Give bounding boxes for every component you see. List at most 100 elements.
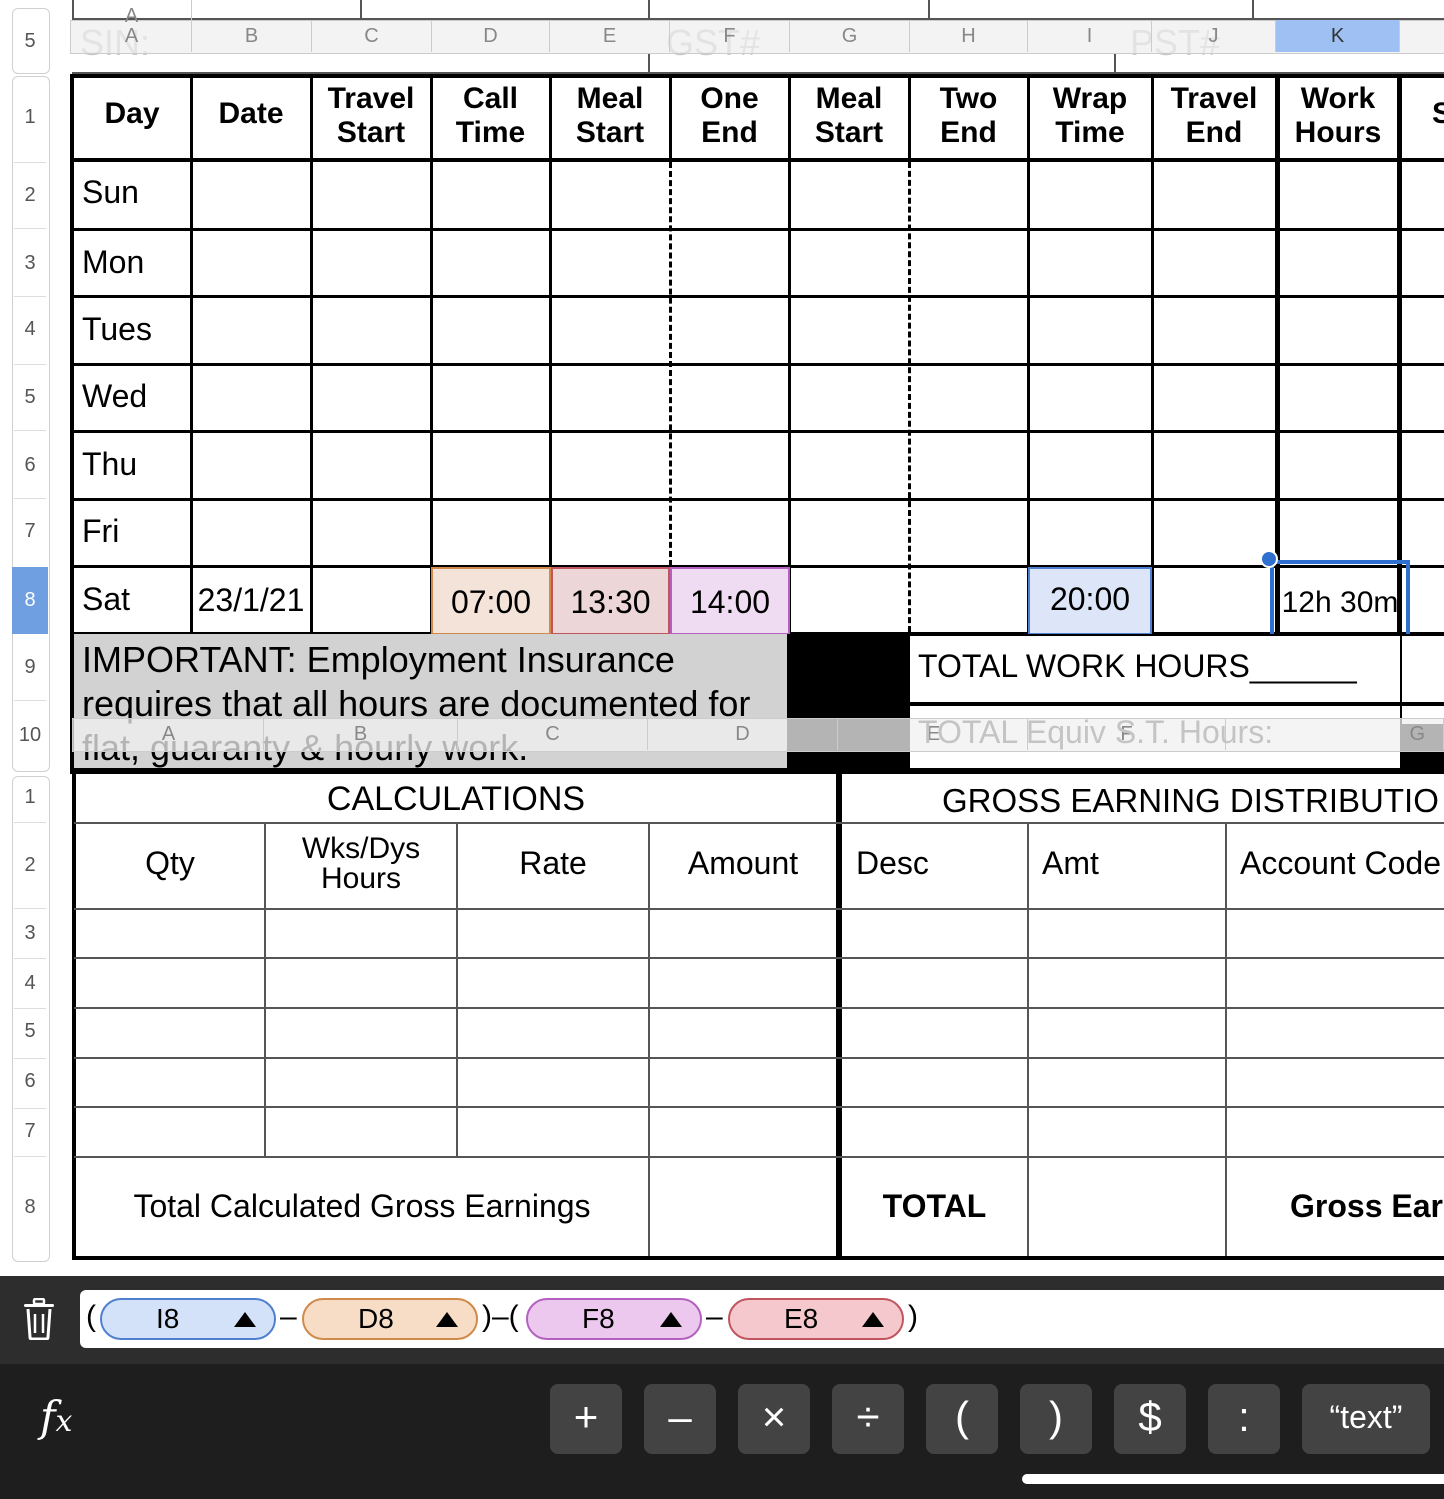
row-number[interactable]: 1 <box>12 786 48 809</box>
key-multiply[interactable]: × <box>738 1384 810 1454</box>
row-number[interactable]: 7 <box>12 1120 48 1143</box>
fx-icon[interactable]: fx <box>40 1392 72 1441</box>
formula-token-i8[interactable]: I8 <box>100 1298 276 1340</box>
header-wrap-time: Wrap Time <box>1052 82 1128 149</box>
day-sun[interactable]: Sun <box>82 174 139 211</box>
calc-header-rate: Rate <box>519 845 587 881</box>
row-number-selected[interactable]: 8 <box>12 567 48 634</box>
gross-total-label: TOTAL <box>882 1188 987 1224</box>
header-work-hours: Work Hours <box>1294 82 1382 149</box>
row-number[interactable]: 1 <box>12 106 48 129</box>
formula-token-e8[interactable]: E8 <box>728 1298 904 1340</box>
sat-call-time-cell[interactable]: 07:00 <box>431 567 551 635</box>
total-work-hours-box[interactable]: TOTAL WORK HOURS______ <box>910 636 1400 702</box>
formula-minus-1: – <box>280 1300 297 1333</box>
column-header-g[interactable]: G <box>790 20 910 52</box>
formula-middle-operators: )–( <box>482 1300 519 1333</box>
chevron-up-icon <box>862 1312 884 1327</box>
column-header-h[interactable]: H <box>910 20 1028 52</box>
row-number[interactable]: 4 <box>12 972 48 995</box>
gross-header-account-code: Account Code <box>1240 845 1442 881</box>
column-header-b[interactable]: B <box>192 20 312 52</box>
chevron-up-icon <box>660 1312 682 1327</box>
column-header-e[interactable]: E <box>550 20 670 52</box>
selection-handle-top[interactable] <box>1260 550 1278 568</box>
key-minus[interactable]: – <box>644 1384 716 1454</box>
column-header-j[interactable]: J <box>1152 20 1276 52</box>
gross-earnings-label: Gross Ear <box>1290 1188 1443 1224</box>
day-mon[interactable]: Mon <box>82 244 144 281</box>
row-number[interactable]: 5 <box>12 386 48 409</box>
trash-icon[interactable] <box>22 1297 56 1341</box>
column-header-c[interactable]: C <box>312 20 432 52</box>
column-header-a[interactable]: A <box>72 20 192 52</box>
day-thu[interactable]: Thu <box>82 446 137 483</box>
key-text[interactable]: “text” <box>1302 1384 1430 1454</box>
sat-meal-start-cell[interactable]: 13:30 <box>551 567 670 635</box>
calc-header-qty: Qty <box>145 845 195 881</box>
header-day: Day <box>104 97 160 130</box>
formula-close-paren: ) <box>908 1300 918 1333</box>
calc-header-amount: Amount <box>687 845 799 881</box>
key-dollar[interactable]: $ <box>1114 1384 1186 1454</box>
key-plus[interactable]: + <box>550 1384 622 1454</box>
row-number[interactable]: 2 <box>12 854 48 877</box>
formula-open-paren: ( <box>86 1300 96 1333</box>
column-header-k-selected[interactable]: K <box>1276 20 1400 52</box>
header-meal-start-2: Meal Start <box>814 82 884 149</box>
key-divide[interactable]: ÷ <box>832 1384 904 1454</box>
row-number[interactable]: 6 <box>12 454 48 477</box>
header-travel-start: Travel Start <box>327 82 415 149</box>
sat-wrap-time-cell[interactable]: 20:00 <box>1028 567 1152 635</box>
column-header-b[interactable]: B <box>264 718 458 750</box>
column-header-i[interactable]: I <box>1028 20 1152 52</box>
calc-total-label: Total Calculated Gross Earnings <box>133 1188 591 1224</box>
gross-header-amt: Amt <box>1042 845 1099 881</box>
sat-date-cell[interactable]: 23/1/21 <box>192 567 310 633</box>
header-one-end: One End <box>700 82 759 149</box>
key-close-paren[interactable]: ) <box>1020 1384 1092 1454</box>
sat-one-end-cell[interactable]: 14:00 <box>670 567 790 635</box>
header-partial-s: S <box>1432 97 1444 130</box>
day-wed[interactable]: Wed <box>82 378 147 415</box>
header-meal-start: Meal Start <box>575 82 645 149</box>
formula-token-f8[interactable]: F8 <box>526 1298 702 1340</box>
row-number[interactable]: 10 <box>12 724 48 747</box>
row-number[interactable]: 6 <box>12 1070 48 1093</box>
row-number[interactable]: 2 <box>12 184 48 207</box>
total-equiv-label: TOTAL Equiv S.T. Hours: <box>918 714 1274 750</box>
chevron-up-icon <box>436 1312 458 1327</box>
row-number[interactable]: 5 <box>12 1020 48 1043</box>
column-header-d[interactable]: D <box>432 20 550 52</box>
row-number[interactable]: 9 <box>12 656 48 679</box>
row-gutter-bottom <box>12 776 50 1262</box>
column-header-a[interactable]: A <box>74 718 264 750</box>
gross-header-desc: Desc <box>856 845 929 881</box>
chevron-up-icon <box>234 1312 256 1327</box>
sat-work-hours-cell[interactable]: 12h 30m <box>1270 560 1410 644</box>
formula-minus-2: – <box>706 1300 723 1333</box>
header-travel-end: Travel End <box>1170 82 1258 149</box>
header-call-time: Call Time <box>455 82 526 149</box>
home-indicator[interactable] <box>1022 1474 1444 1484</box>
column-header-f[interactable]: F <box>670 20 790 52</box>
formula-token-d8[interactable]: D8 <box>302 1298 478 1340</box>
gross-distribution-title: GROSS EARNING DISTRIBUTIO <box>942 782 1439 819</box>
row-number[interactable]: 4 <box>12 318 48 341</box>
calculations-title: CALCULATIONS <box>326 780 586 818</box>
day-tues[interactable]: Tues <box>82 311 152 348</box>
row-number[interactable]: 8 <box>12 1196 48 1219</box>
day-fri[interactable]: Fri <box>82 513 119 550</box>
key-colon[interactable]: : <box>1208 1384 1280 1454</box>
column-header-c[interactable]: C <box>458 718 648 750</box>
column-header-d[interactable]: D <box>648 718 838 750</box>
header-two-end: Two End <box>939 82 998 149</box>
calc-header-wks-dys-hours: Wks/Dys Hours <box>301 832 421 895</box>
key-open-paren[interactable]: ( <box>926 1384 998 1454</box>
row-number[interactable]: 3 <box>12 252 48 275</box>
day-sat[interactable]: Sat <box>82 581 130 618</box>
row-number[interactable]: 5 <box>12 30 48 53</box>
row-number[interactable]: 3 <box>12 922 48 945</box>
header-date: Date <box>218 97 284 130</box>
row-number[interactable]: 7 <box>12 520 48 543</box>
